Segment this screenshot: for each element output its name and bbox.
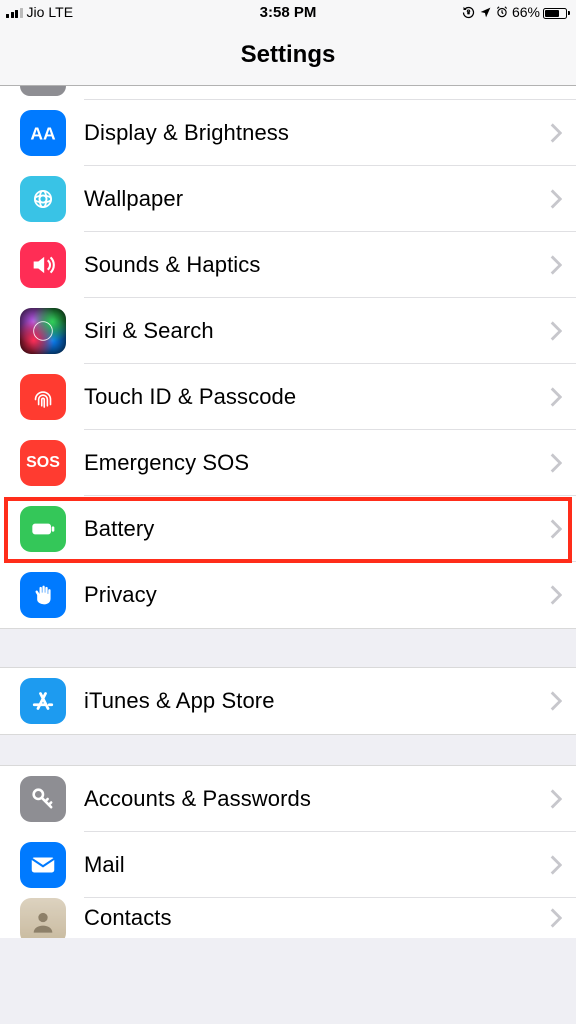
- row-label: Touch ID & Passcode: [84, 384, 550, 410]
- sounds-icon: [20, 242, 66, 288]
- network-label: LTE: [48, 4, 73, 20]
- chevron-right-icon: [550, 789, 562, 809]
- row-label: Mail: [84, 852, 550, 878]
- clock: 3:58 PM: [260, 4, 317, 21]
- chevron-right-icon: [550, 855, 562, 875]
- privacy-icon: [20, 572, 66, 618]
- previous-row-partial[interactable]: [0, 86, 576, 100]
- row-privacy[interactable]: Privacy: [0, 562, 576, 628]
- mail-icon: [20, 842, 66, 888]
- page-title: Settings: [241, 41, 336, 69]
- wallpaper-icon: [20, 176, 66, 222]
- status-bar: Jio LTE 3:58 PM 66%: [0, 0, 576, 24]
- battery-icon: [20, 506, 66, 552]
- nav-bar: Settings: [0, 24, 576, 86]
- status-left: Jio LTE: [6, 4, 73, 20]
- status-right: 66%: [461, 4, 570, 20]
- general-icon: [20, 86, 66, 96]
- row-label: Battery: [84, 516, 550, 542]
- sos-icon: SOS: [20, 440, 66, 486]
- row-sounds[interactable]: Sounds & Haptics: [0, 232, 576, 298]
- chevron-right-icon: [550, 453, 562, 473]
- battery-percent: 66%: [512, 4, 540, 20]
- row-label: Accounts & Passwords: [84, 786, 550, 812]
- key-icon: [20, 776, 66, 822]
- touchid-icon: [20, 374, 66, 420]
- carrier-label: Jio: [27, 4, 45, 20]
- row-label: Contacts: [84, 905, 550, 931]
- settings-group: iTunes & App Store: [0, 667, 576, 735]
- rotation-lock-icon: [461, 5, 476, 20]
- row-label: Sounds & Haptics: [84, 252, 550, 278]
- row-battery[interactable]: Battery: [0, 496, 576, 562]
- row-mail[interactable]: Mail: [0, 832, 576, 898]
- location-icon: [479, 6, 492, 19]
- siri-icon: [20, 308, 66, 354]
- chevron-right-icon: [550, 387, 562, 407]
- battery-icon: [543, 4, 570, 20]
- row-contacts[interactable]: Contacts: [0, 898, 576, 938]
- row-sos[interactable]: SOS Emergency SOS: [0, 430, 576, 496]
- row-wallpaper[interactable]: Wallpaper: [0, 166, 576, 232]
- row-itunes[interactable]: iTunes & App Store: [0, 668, 576, 734]
- appstore-icon: [20, 678, 66, 724]
- settings-group: AA Display & Brightness Wallpaper Sounds…: [0, 86, 576, 629]
- row-label: Display & Brightness: [84, 120, 550, 146]
- row-label: Emergency SOS: [84, 450, 550, 476]
- row-touchid[interactable]: Touch ID & Passcode: [0, 364, 576, 430]
- chevron-right-icon: [550, 123, 562, 143]
- chevron-right-icon: [550, 255, 562, 275]
- row-label: Privacy: [84, 582, 550, 608]
- settings-group: Accounts & Passwords Mail Contacts: [0, 765, 576, 938]
- svg-text:AA: AA: [30, 123, 56, 143]
- settings-list: AA Display & Brightness Wallpaper Sounds…: [0, 86, 576, 938]
- contacts-icon: [20, 898, 66, 938]
- chevron-right-icon: [550, 585, 562, 605]
- row-display[interactable]: AA Display & Brightness: [0, 100, 576, 166]
- group-gap: [0, 629, 576, 667]
- chevron-right-icon: [550, 519, 562, 539]
- row-siri[interactable]: Siri & Search: [0, 298, 576, 364]
- chevron-right-icon: [550, 189, 562, 209]
- chevron-right-icon: [550, 908, 562, 928]
- chevron-right-icon: [550, 691, 562, 711]
- group-gap: [0, 735, 576, 765]
- row-accounts[interactable]: Accounts & Passwords: [0, 766, 576, 832]
- alarm-icon: [495, 5, 509, 19]
- row-label: Siri & Search: [84, 318, 550, 344]
- signal-icon: [6, 6, 23, 18]
- row-label: Wallpaper: [84, 186, 550, 212]
- row-label: iTunes & App Store: [84, 688, 550, 714]
- display-icon: AA: [20, 110, 66, 156]
- chevron-right-icon: [550, 321, 562, 341]
